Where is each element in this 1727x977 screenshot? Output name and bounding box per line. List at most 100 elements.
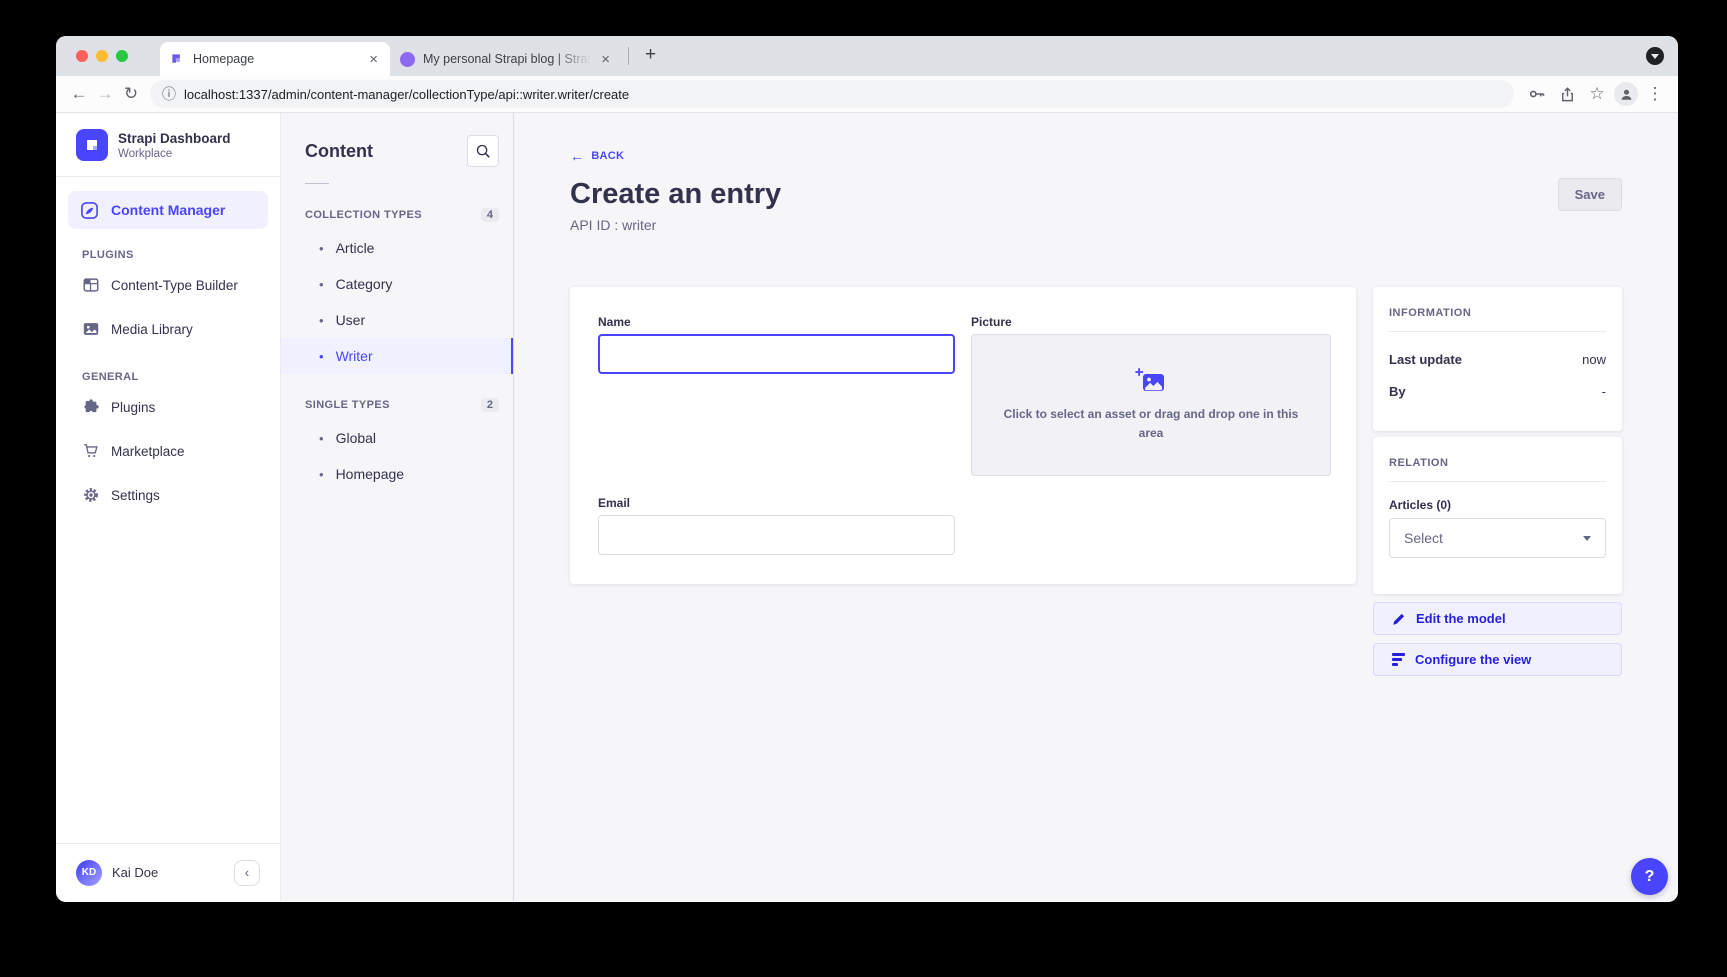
edit-model-label: Edit the model	[1416, 611, 1506, 626]
group-heading: SINGLE TYPES	[305, 399, 390, 411]
user-name: Kai Doe	[112, 865, 158, 880]
page-title: Create an entry	[570, 178, 781, 211]
browser-window: Homepage × My personal Strapi blog | Str…	[56, 36, 1678, 902]
search-button[interactable]	[467, 135, 499, 167]
subnav-item-category[interactable]: • Category	[281, 266, 513, 302]
sidebar-item-media-library[interactable]: Media Library	[56, 307, 280, 351]
collapse-sidebar-button[interactable]: ‹	[234, 860, 260, 886]
help-button[interactable]: ?	[1631, 858, 1668, 895]
subnav-header: Content	[281, 113, 513, 167]
window-controls	[76, 50, 128, 62]
main-sidebar: Strapi Dashboard Workplace Content Manag…	[56, 113, 281, 901]
minimize-window-button[interactable]	[96, 50, 108, 62]
browser-toolbar: ← → ↻ ⓘ localhost:1337/admin/content-man…	[56, 76, 1678, 113]
strapi-favicon-icon	[170, 52, 185, 67]
articles-select[interactable]: Select	[1389, 518, 1606, 558]
zoom-window-button[interactable]	[116, 50, 128, 62]
caret-down-icon	[1583, 536, 1591, 541]
site-info-icon[interactable]: ⓘ	[162, 84, 176, 104]
browser-profile-avatar[interactable]	[1614, 82, 1638, 106]
gear-icon	[81, 486, 100, 504]
name-input[interactable]	[598, 334, 955, 374]
content-subnav: Content COLLECTION TYPES 4 • Article • C…	[281, 113, 514, 901]
configure-view-button[interactable]: Configure the view	[1373, 643, 1622, 676]
blog-favicon-icon	[400, 52, 415, 67]
tab-strip: Homepage × My personal Strapi blog | Str…	[56, 36, 1678, 76]
back-arrow-icon: ←	[570, 149, 584, 163]
share-icon[interactable]	[1554, 81, 1580, 107]
subnav-item-label: Category	[336, 276, 393, 292]
bullet-icon: •	[319, 313, 324, 328]
picture-dropzone[interactable]: Click to select an asset or drag and dro…	[971, 334, 1331, 476]
subnav-item-label: Article	[336, 240, 375, 256]
subnav-item-label: Writer	[336, 348, 373, 364]
bullet-icon: •	[319, 241, 324, 256]
close-icon[interactable]: ×	[599, 51, 612, 68]
back-link[interactable]: ← BACK	[570, 149, 624, 163]
pencil-icon	[1392, 612, 1406, 626]
sidebar-item-plugins[interactable]: Plugins	[56, 385, 280, 429]
layout-icon	[81, 276, 100, 294]
entry-form-card: Name Picture	[570, 287, 1356, 584]
picture-field-group: Picture Click to select an asset or drag	[971, 315, 1331, 476]
by-row: By -	[1389, 384, 1606, 399]
last-update-label: Last update	[1389, 352, 1462, 367]
user-avatar[interactable]: KD	[76, 860, 102, 886]
section-heading-general: GENERAL	[82, 371, 280, 383]
sidebar-item-settings[interactable]: Settings	[56, 473, 280, 517]
meta-panel: INFORMATION Last update now By - RELATIO…	[1373, 287, 1622, 676]
sidebar-item-content-manager[interactable]: Content Manager	[68, 191, 268, 229]
tab-search-button[interactable]	[1646, 47, 1664, 65]
bullet-icon: •	[319, 349, 324, 364]
sidebar-item-label: Content Manager	[111, 202, 225, 218]
subnav-item-article[interactable]: • Article	[281, 230, 513, 266]
tab-homepage[interactable]: Homepage ×	[160, 42, 390, 76]
count-badge: 2	[481, 398, 499, 412]
main-content: ← BACK Create an entry Save API ID : wri…	[514, 113, 1678, 901]
sidebar-item-label: Settings	[111, 488, 160, 503]
group-collection-types: COLLECTION TYPES 4	[305, 208, 499, 222]
reload-button[interactable]: ↻	[118, 81, 144, 107]
close-icon[interactable]: ×	[367, 51, 380, 68]
page-header: Create an entry Save	[570, 178, 1622, 211]
strapi-admin: Strapi Dashboard Workplace Content Manag…	[56, 113, 1678, 901]
forward-button[interactable]: →	[92, 81, 118, 107]
subnav-item-homepage[interactable]: • Homepage	[281, 456, 513, 492]
count-badge: 4	[481, 208, 499, 222]
address-bar[interactable]: ⓘ localhost:1337/admin/content-manager/c…	[150, 80, 1514, 108]
by-value: -	[1602, 384, 1606, 399]
browser-menu-icon[interactable]: ⋮	[1642, 81, 1668, 107]
password-key-icon[interactable]	[1524, 81, 1550, 107]
image-icon	[81, 320, 100, 338]
configure-view-label: Configure the view	[1415, 652, 1531, 667]
new-tab-button[interactable]: +	[635, 44, 666, 68]
subnav-item-user[interactable]: • User	[281, 302, 513, 338]
picture-label: Picture	[971, 315, 1331, 329]
strapi-logo-icon	[76, 129, 108, 161]
sidebar-item-content-type-builder[interactable]: Content-Type Builder	[56, 263, 280, 307]
sidebar-item-label: Content-Type Builder	[111, 278, 238, 293]
cart-icon	[81, 442, 100, 460]
subnav-item-writer[interactable]: • Writer	[281, 338, 513, 374]
by-label: By	[1389, 384, 1406, 399]
edit-model-button[interactable]: Edit the model	[1373, 602, 1622, 635]
sidebar-item-label: Marketplace	[111, 444, 185, 459]
email-input[interactable]	[598, 515, 955, 555]
sidebar-item-marketplace[interactable]: Marketplace	[56, 429, 280, 473]
select-value: Select	[1404, 530, 1443, 546]
save-button[interactable]: Save	[1558, 178, 1622, 211]
relation-heading: RELATION	[1389, 453, 1606, 482]
tab-divider	[628, 47, 629, 65]
subnav-item-global[interactable]: • Global	[281, 420, 513, 456]
tab-strapi-blog[interactable]: My personal Strapi blog | Strap ×	[390, 42, 622, 76]
dropzone-text: Click to select an asset or drag and dro…	[996, 405, 1306, 442]
sidebar-item-label: Media Library	[111, 322, 193, 337]
bookmark-star-icon[interactable]: ☆	[1584, 81, 1610, 107]
bullet-icon: •	[319, 431, 324, 446]
divider	[305, 183, 329, 184]
back-button[interactable]: ←	[66, 81, 92, 107]
workspace-header[interactable]: Strapi Dashboard Workplace	[56, 113, 280, 176]
close-window-button[interactable]	[76, 50, 88, 62]
app-title: Strapi Dashboard	[118, 131, 231, 146]
name-label: Name	[598, 315, 955, 329]
